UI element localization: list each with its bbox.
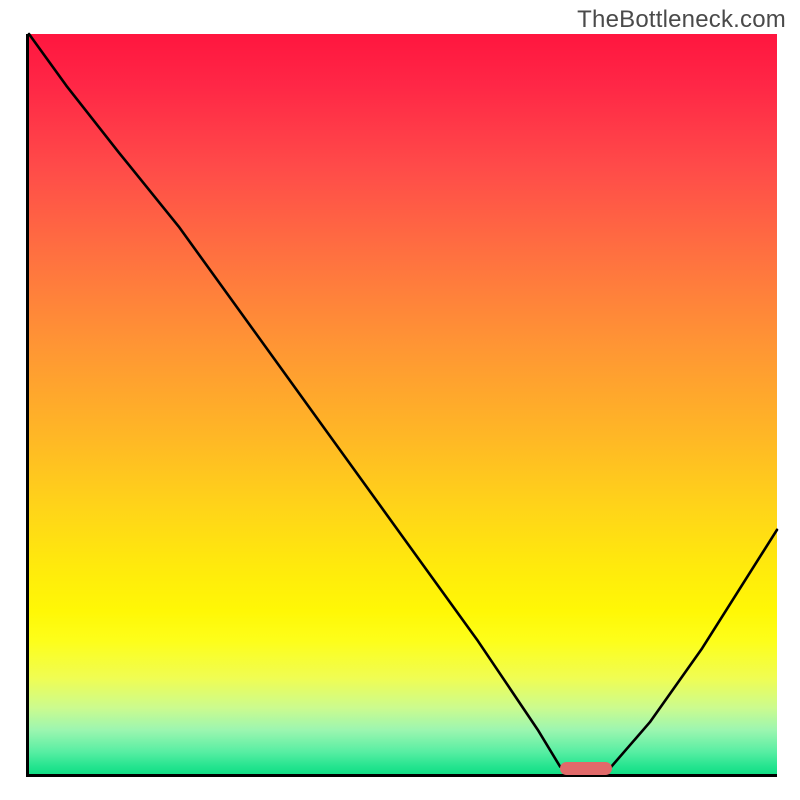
bottleneck-curve bbox=[29, 34, 777, 774]
optimum-marker bbox=[560, 762, 612, 775]
chart-svg bbox=[29, 34, 777, 774]
chart-container: TheBottleneck.com bbox=[0, 0, 800, 800]
watermark-text: TheBottleneck.com bbox=[577, 6, 786, 34]
plot-area bbox=[26, 34, 777, 777]
